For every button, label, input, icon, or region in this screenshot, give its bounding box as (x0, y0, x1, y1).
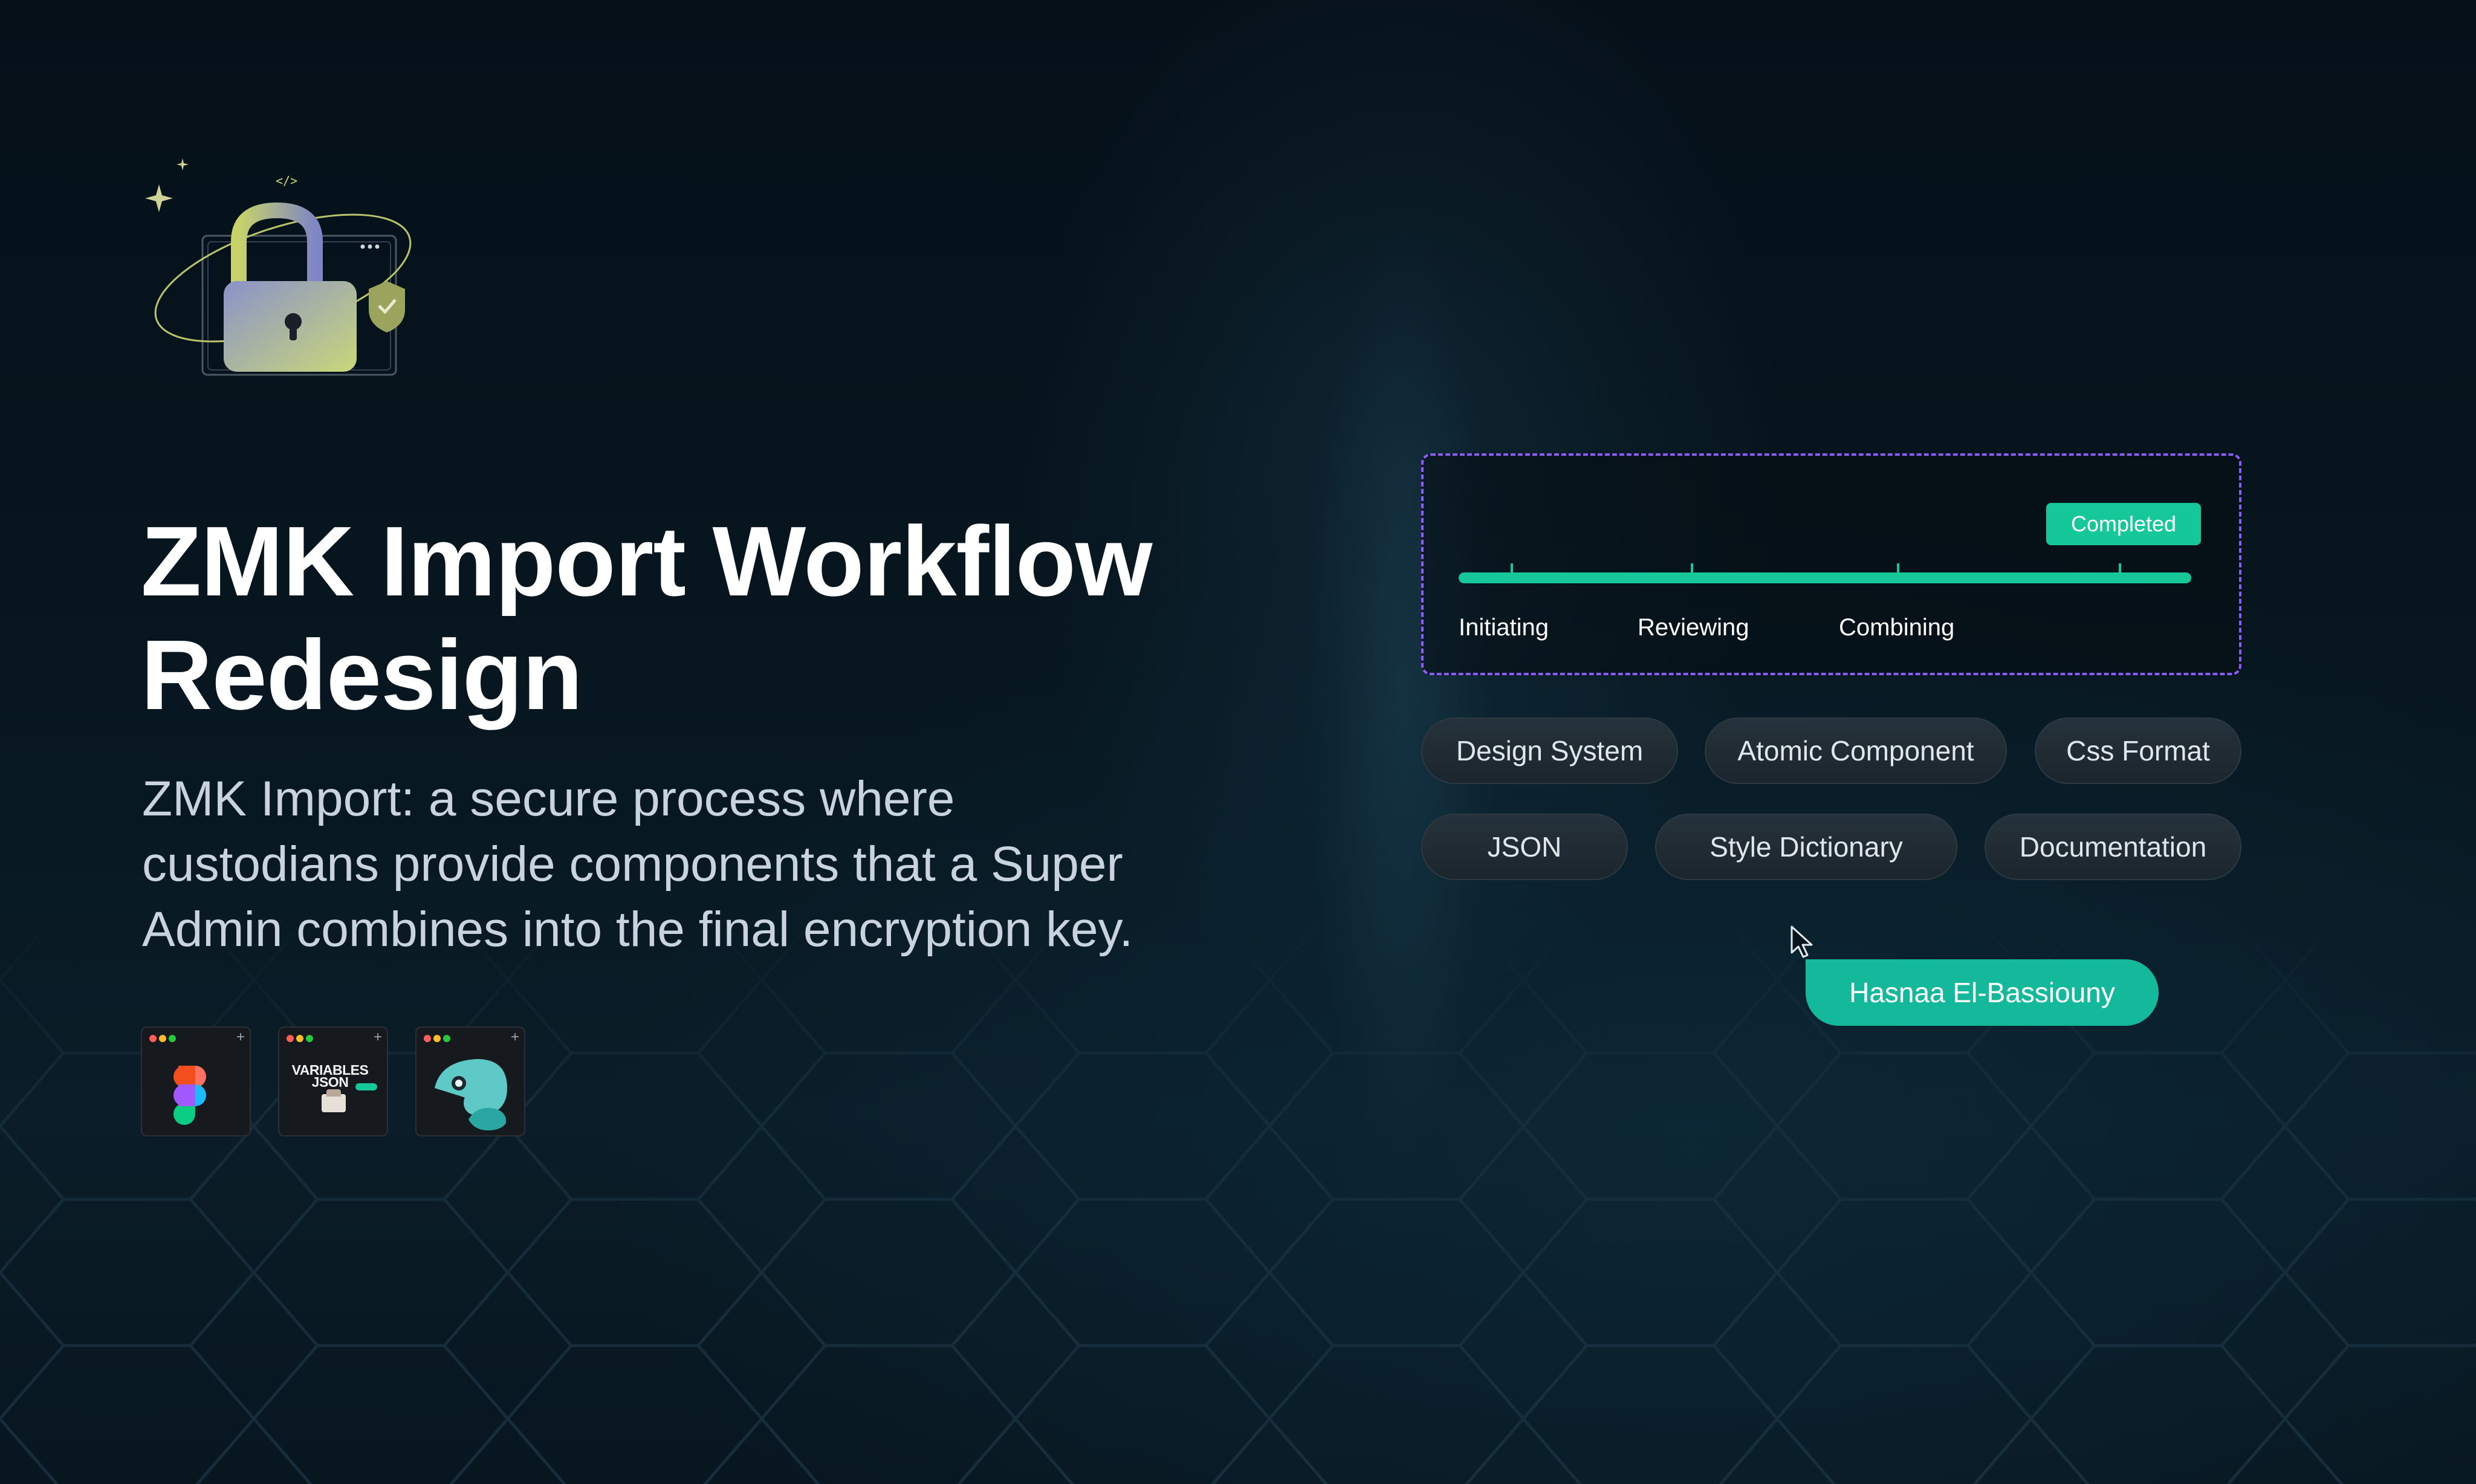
tool-figma[interactable]: + (141, 1026, 251, 1136)
window-bar: + (416, 1028, 524, 1046)
step-initiating: Initiating (1459, 614, 1549, 641)
chip-json[interactable]: JSON (1421, 814, 1628, 880)
progress-card: Completed Initiating Reviewing Combining (1421, 453, 2241, 675)
progress-tick (1897, 563, 1899, 573)
shield-icon (369, 281, 405, 332)
padlock-shield-icon: </> (145, 158, 412, 376)
chameleon-icon (435, 1059, 507, 1130)
progress-tick (1691, 563, 1693, 573)
step-reviewing: Reviewing (1638, 614, 1749, 641)
progress-tick (1511, 563, 1513, 573)
window-bar: + (279, 1028, 387, 1046)
status-badge: Completed (2046, 503, 2201, 545)
sparkle-icon (145, 184, 173, 212)
description-line-3: Admin combines into the final encryption… (142, 902, 1133, 957)
cursor-arrow-icon (1791, 925, 1813, 958)
page-description: ZMK Import: a secure process where custo… (142, 766, 1230, 962)
chip-style-dictionary[interactable]: Style Dictionary (1655, 814, 1957, 880)
step-combining: Combining (1839, 614, 1955, 641)
chip-design-system[interactable]: Design System (1421, 718, 1678, 784)
title-line-1: ZMK Import Workflow (141, 506, 1153, 617)
progress-tick (2119, 563, 2121, 573)
page-title: ZMK Import Workflow Redesign (141, 505, 1229, 732)
chip-css-format[interactable]: Css Format (2035, 718, 2241, 784)
progress-bar (1459, 572, 2191, 583)
window-bar: + (142, 1028, 250, 1046)
title-line-2: Redesign (141, 620, 583, 730)
chip-documentation[interactable]: Documentation (1985, 814, 2241, 880)
collaborator-name-tag: Hasnaa El-Bassiouny (1806, 959, 2159, 1026)
variables-json-icon: VARIABLES JSON (279, 1046, 387, 1135)
description-line-1: ZMK Import: a secure process where (142, 771, 955, 826)
figma-icon (173, 1066, 206, 1125)
svg-text:</>: </> (276, 173, 297, 188)
chip-atomic-component[interactable]: Atomic Component (1705, 718, 2007, 784)
tool-style-dictionary[interactable]: + (415, 1026, 525, 1136)
tool-variables-json[interactable]: + VARIABLES JSON (278, 1026, 388, 1136)
canvas: </> ZMK Import Workflow Redesign ZMK Imp… (0, 0, 2476, 1484)
description-line-2: custodians provide components that a Sup… (142, 837, 1123, 892)
